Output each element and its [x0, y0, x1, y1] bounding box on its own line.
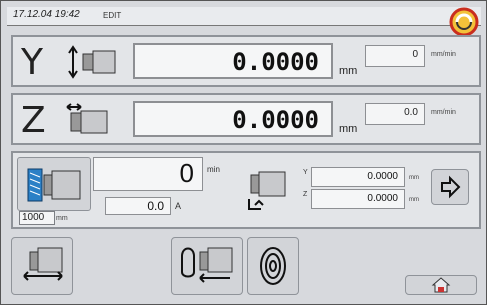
spindle-label: 1000 — [22, 212, 45, 223]
spindle-icon — [27, 168, 81, 202]
tool-measure-button[interactable] — [171, 237, 243, 295]
z-feed-value: 0.0 — [404, 107, 418, 118]
y-axis-row: Y 0.0000 mm 0 mm/min — [11, 35, 481, 87]
datetime: 17.12.04 19:42 — [13, 9, 80, 20]
current-value: 0.0 — [147, 199, 164, 213]
y-feed-unit: mm/min — [431, 51, 456, 58]
home-button[interactable] — [405, 275, 477, 295]
wheel-button[interactable] — [247, 237, 299, 295]
z-axis-icon — [66, 103, 108, 134]
arrow-right-icon — [441, 175, 461, 199]
current-field[interactable]: 0.0 — [105, 197, 171, 215]
apply-button[interactable] — [431, 169, 469, 205]
z-axis-row: Z 0.0000 mm 0.0 mm/min — [11, 93, 481, 145]
y-position-field[interactable]: 0.0000 — [133, 43, 333, 79]
spindle-button[interactable] — [17, 157, 91, 211]
z-feed-field[interactable]: 0.0 — [365, 103, 425, 125]
tool-y-field[interactable]: 0.0000 — [311, 167, 405, 187]
tool-z-value: 0.0000 — [367, 193, 398, 204]
status-bar: 17.12.04 19:42 EDIT — [7, 7, 481, 37]
z-unit: mm — [339, 123, 358, 135]
rpm-unit: min — [207, 165, 220, 174]
y-feed-value: 0 — [412, 49, 418, 60]
machine-logo-icon — [449, 7, 479, 37]
spindle-panel: 1000 mm 0 min 0.0 A Y 0.0000 mm Z 0.0000… — [11, 151, 481, 229]
home-icon — [431, 277, 451, 293]
y-feed-field[interactable]: 0 — [365, 45, 425, 67]
tool-z-label: Z — [303, 191, 308, 198]
tool-y-label: Y — [303, 169, 308, 176]
z-position-value: 0.0000 — [232, 106, 319, 134]
spindle-label-unit: mm — [56, 215, 68, 222]
current-unit: A — [175, 201, 182, 211]
wheel-icon — [260, 247, 286, 285]
z-position-field[interactable]: 0.0000 — [133, 101, 333, 137]
y-position-value: 0.0000 — [232, 48, 319, 76]
machine-screen: 17.12.04 19:42 EDIT Y 0.0000 mm 0 mm/min… — [0, 0, 487, 305]
tool-measure-icon — [181, 247, 233, 283]
tool-y-value: 0.0000 — [367, 171, 398, 182]
spindle-move-button[interactable] — [11, 237, 73, 295]
rpm-value: 0 — [179, 158, 194, 188]
rpm-field[interactable]: 0 — [93, 157, 203, 191]
z-axis-letter: Z — [21, 100, 46, 141]
tool-change-icon — [248, 171, 286, 210]
z-feed-unit: mm/min — [431, 109, 456, 116]
tool-z-unit: mm — [409, 197, 419, 203]
y-axis-letter: Y — [21, 42, 43, 83]
y-unit: mm — [339, 65, 358, 77]
tool-y-unit: mm — [409, 175, 419, 181]
bottom-toolbar — [11, 237, 481, 297]
y-axis-icon — [68, 45, 116, 79]
spindle-move-icon — [23, 247, 63, 281]
spindle-label-field[interactable]: 1000 — [19, 211, 55, 225]
tool-z-field[interactable]: 0.0000 — [311, 189, 405, 209]
mode-label: EDIT — [103, 11, 122, 20]
